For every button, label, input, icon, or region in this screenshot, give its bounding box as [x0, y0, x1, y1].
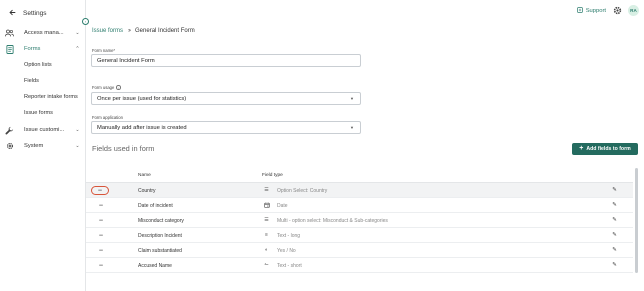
field-name: Claim substantiated [138, 247, 182, 254]
table-row[interactable]: ═ Claim substantiated ◐ Yes / No ✎ [86, 243, 633, 258]
back-label: Settings [23, 10, 47, 17]
drag-handle-icon[interactable]: ═ [95, 217, 107, 224]
field-name: Country [138, 187, 156, 194]
form-application-select[interactable]: Manually add after issue is created ▼ [91, 121, 361, 134]
field-type: Text - short [277, 262, 302, 269]
chevron-down-icon: ⌄ [75, 143, 80, 149]
field-name: Date of incident [138, 202, 173, 209]
table-row[interactable]: ═ Description Incident ≡ Text - long ✎ [86, 228, 633, 243]
sidebar-item-issue-customization[interactable]: Issue customi... ⌄ [5, 124, 81, 136]
half-circle-icon: ◐ [264, 247, 269, 253]
field-type: Option Select: Country [277, 187, 328, 194]
drag-handle-icon[interactable]: ═ [91, 186, 109, 195]
sidebar-item-system[interactable]: System ⌄ [5, 140, 81, 152]
support-link[interactable]: Support [576, 7, 606, 15]
calendar-icon [263, 202, 270, 209]
gear-icon [5, 142, 14, 151]
table-header: Name Field type [86, 168, 633, 183]
form-name-input[interactable]: General Incident Form [91, 54, 361, 67]
sidebar-item-label: Issue customi... [24, 127, 65, 133]
form-application-value: Manually add after issue is created [97, 124, 187, 131]
arrow-left-icon [9, 9, 16, 18]
table-row[interactable]: ═ Misconduct category ☰ Multi - option s… [86, 213, 633, 228]
chevron-up-icon: ⌃ [75, 46, 80, 52]
support-icon [576, 7, 583, 15]
fields-table: Name Field type ═ Country ☰ Option Selec… [86, 168, 633, 273]
text-long-icon: ≡ [265, 232, 268, 238]
sidebar-subitem-issue-forms[interactable]: Issue forms [24, 110, 53, 116]
drag-handle-icon[interactable]: ═ [95, 232, 107, 239]
pencil-icon[interactable]: ✎ [611, 202, 618, 209]
sidebar-item-access-management[interactable]: Access mana... ⌄ [5, 27, 81, 39]
sidebar-item-label: Forms [24, 46, 41, 52]
field-name: Accused Name [138, 262, 172, 269]
support-label: Support [585, 8, 606, 14]
form-name-label: Form name* [92, 48, 115, 53]
sidebar-item-forms[interactable]: Forms ⌃ [5, 43, 81, 55]
sidebar-subitem-reporter-intake-forms[interactable]: Reporter intake forms [24, 94, 78, 100]
users-icon [5, 29, 14, 38]
breadcrumb-issue-forms[interactable]: Issue forms [92, 28, 123, 34]
form-application-label-text: Form application [92, 115, 123, 120]
forms-icon [5, 44, 14, 54]
table-row[interactable]: ═ Date of incident Date ✎ [86, 198, 633, 213]
pencil-icon[interactable]: ✎ [611, 187, 618, 194]
chevron-down-icon: ⌄ [75, 30, 80, 36]
sidebar-subitem-fields[interactable]: Fields [24, 78, 39, 84]
add-fields-button[interactable]: + Add fields to form [572, 143, 638, 155]
list-icon: ☰ [264, 217, 269, 223]
wrench-icon [5, 126, 14, 135]
list-icon: ☰ [264, 187, 269, 193]
drag-handle-icon[interactable]: ═ [95, 247, 107, 254]
pencil-icon[interactable]: ✎ [611, 232, 618, 239]
sidebar-item-label: System [24, 143, 44, 149]
collapse-sidebar-button[interactable]: ‹ [82, 18, 89, 25]
form-usage-label: Form usage i [92, 85, 121, 90]
field-type: Multi - option select: Misconduct & Sub-… [277, 217, 388, 224]
form-name-value: General Incident Form [97, 57, 155, 64]
top-bar: Support RA [86, 0, 644, 22]
breadcrumb: Issue forms ›› General Incident Form [92, 28, 195, 34]
form-usage-label-text: Form usage [92, 85, 115, 90]
field-type: Date [277, 202, 288, 209]
caret-down-icon: ▼ [350, 125, 354, 130]
back-to-settings[interactable]: Settings [9, 9, 47, 18]
settings-gear-icon[interactable] [613, 6, 622, 15]
caret-down-icon: ▼ [350, 96, 354, 101]
chevron-down-icon: ⌄ [75, 127, 80, 133]
field-type: Text - long [277, 232, 301, 239]
double-chevron-right-icon: ›› [128, 28, 131, 34]
sidebar-item-label: Access mana... [24, 30, 64, 36]
form-usage-select[interactable]: Once per issue (used for statistics) ▼ [91, 92, 361, 105]
column-header-field-type: Field type [262, 173, 283, 178]
column-header-name: Name [138, 173, 151, 178]
sidebar: Settings Access mana... ⌄ Forms ⌃ Option… [0, 0, 86, 291]
drag-handle-icon[interactable]: ═ [95, 262, 107, 269]
info-icon[interactable]: i [116, 85, 121, 90]
avatar[interactable]: RA [628, 5, 639, 16]
table-row[interactable]: ═ Accused Name ↼ Text - short ✎ [86, 258, 633, 273]
form-name-label-text: Form name* [92, 48, 116, 53]
text-short-icon: ↼ [264, 262, 269, 268]
form-application-label: Form application [92, 115, 123, 120]
pencil-icon[interactable]: ✎ [611, 247, 618, 254]
form-usage-value: Once per issue (used for statistics) [97, 95, 187, 102]
drag-handle-icon[interactable]: ═ [95, 202, 107, 209]
table-row[interactable]: ═ Country ☰ Option Select: Country ✎ [86, 183, 633, 198]
sidebar-subitem-option-lists[interactable]: Option lists [24, 62, 52, 68]
plus-icon: + [579, 145, 584, 152]
fields-section-title: Fields used in form [92, 144, 155, 153]
field-name: Misconduct category [138, 217, 184, 224]
pencil-icon[interactable]: ✎ [611, 217, 618, 224]
field-name: Description Incident [138, 232, 182, 239]
chevron-left-icon: ‹ [84, 19, 87, 24]
pencil-icon[interactable]: ✎ [611, 262, 618, 269]
field-type: Yes / No [277, 247, 296, 254]
scrollbar[interactable] [635, 168, 638, 273]
add-fields-label: Add fields to form [586, 146, 631, 152]
breadcrumb-current: General Incident Form [135, 28, 195, 34]
